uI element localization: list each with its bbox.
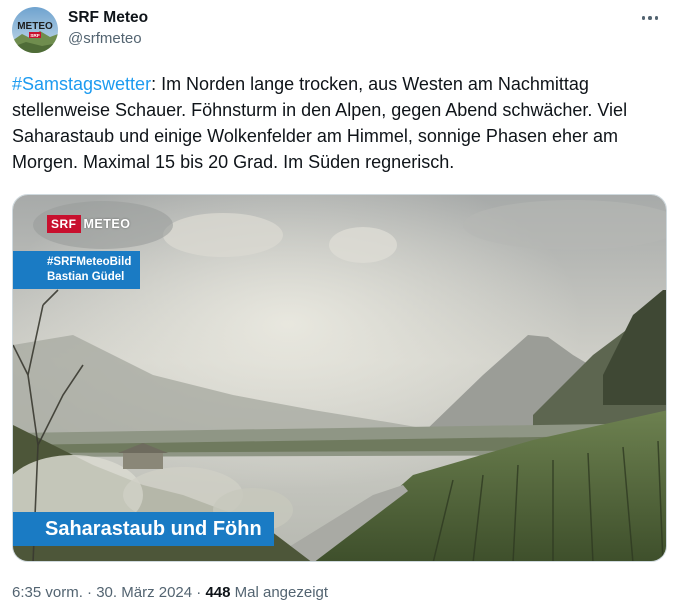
credit-tag: #SRFMeteoBild [47, 256, 132, 268]
tweet: METEO SRF SRF Meteo @srfmeteo #Samstagsw… [0, 0, 680, 609]
tweet-timestamp[interactable]: 6:35 vorm. · 30. März 2024 [12, 584, 192, 601]
avatar[interactable]: METEO SRF [12, 7, 58, 53]
srf-meteo-logo-icon: METEO SRF [12, 7, 58, 53]
svg-text:SRF: SRF [30, 33, 40, 39]
photo-credit: #SRFMeteoBild Bastian Güdel [13, 251, 140, 289]
views-label: Mal angezeigt [234, 584, 329, 601]
meta-separator: · [196, 584, 202, 601]
credit-name: Bastian Güdel [47, 271, 125, 283]
srf-meteo-brand: SRF METEO [47, 214, 130, 234]
tweet-photo[interactable]: SRF METEO #SRFMeteoBild Bastian Güdel Sa… [12, 194, 667, 562]
srf-logo: SRF [47, 215, 81, 233]
hashtag-link[interactable]: #Samstagswetter [12, 74, 151, 94]
meteo-wordmark: METEO [83, 217, 131, 231]
views-count: 448 [205, 584, 231, 601]
photo-caption: Saharastaub und Föhn [13, 512, 274, 546]
svg-text:METEO: METEO [17, 21, 53, 32]
tweet-meta: 6:35 vorm. · 30. März 2024 · 448 Mal ang… [12, 583, 328, 603]
tweet-text: #Samstagswetter: Im Norden lange trocken… [12, 71, 672, 175]
display-name[interactable]: SRF Meteo [68, 8, 148, 28]
author-block: SRF Meteo @srfmeteo [68, 8, 148, 49]
more-options-icon[interactable] [636, 6, 664, 30]
user-handle[interactable]: @srfmeteo [68, 29, 148, 49]
